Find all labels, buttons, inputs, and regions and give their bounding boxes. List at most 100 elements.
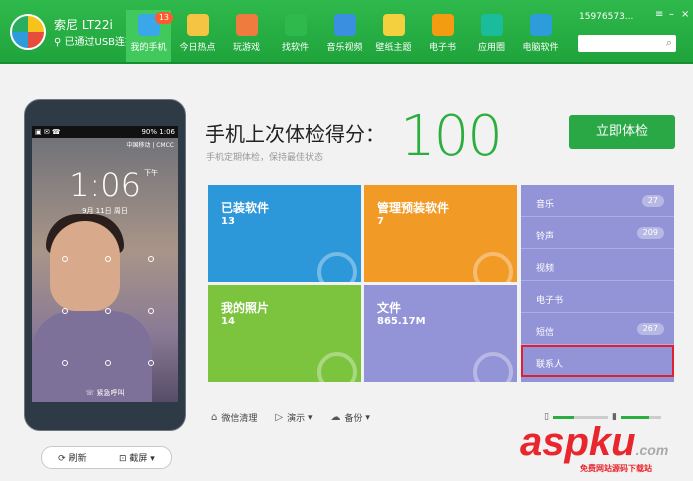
backup-button[interactable]: ☁ 备份 ▾ xyxy=(330,411,369,424)
apps-grid-icon xyxy=(317,252,357,282)
media-list-item[interactable]: 短信 267 xyxy=(521,313,674,345)
update-badge: 13 xyxy=(154,12,173,24)
chevron-down-icon: ▾ xyxy=(150,454,155,464)
media-count-badge: 267 xyxy=(636,323,664,335)
demo-button[interactable]: ▷ 演示 ▾ xyxy=(275,411,312,424)
nav-item-label: 音乐视频 xyxy=(326,43,363,53)
status-time: 1:06 xyxy=(159,128,175,136)
media-list-item[interactable]: 联系人 xyxy=(521,345,674,377)
tile-photos[interactable]: 我的照片 14 xyxy=(208,285,361,382)
nav-item[interactable]: 应用圈 xyxy=(469,10,514,62)
checkup-button[interactable]: 立即体检 xyxy=(569,115,675,149)
nav-item-label: 我的手机 xyxy=(130,43,167,53)
phone-storage-bar xyxy=(552,415,608,419)
wallpaper-face xyxy=(50,221,120,311)
gamepad-icon xyxy=(235,14,258,36)
media-list-label: 联系人 xyxy=(536,360,564,370)
tile-installed-apps[interactable]: 已装软件 13 xyxy=(208,185,361,282)
bottom-toolbar: ⌂ 微信清理 ▷ 演示 ▾ ☁ 备份 ▾ xyxy=(211,411,388,424)
screen-play-icon: ▷ xyxy=(275,412,284,423)
phone-actions: ⟳ 刷新 ⊡ 截屏 ▾ xyxy=(41,446,172,469)
nav-item-label: 壁纸主题 xyxy=(375,43,412,53)
media-count-badge: 27 xyxy=(641,195,664,207)
media-list-item[interactable]: 音乐 27 xyxy=(521,185,674,217)
wechat-clean-button[interactable]: ⌂ 微信清理 xyxy=(211,411,257,424)
phone-preview: ▣ ✉ ☎ 90% 1:06 中国移动 | CMCC 1:06 下午 9月 11… xyxy=(24,99,186,431)
search-input[interactable] xyxy=(578,35,666,52)
tile-title: 我的照片 xyxy=(221,301,270,315)
nav-item-label: 玩游戏 xyxy=(232,43,260,53)
watermark: aspku.com 免费网站源码下载站 xyxy=(520,420,669,473)
nav-item[interactable]: 我的手机 13 xyxy=(126,10,173,62)
circle-icon xyxy=(480,14,503,36)
nav-item[interactable]: 今日热点 xyxy=(175,10,220,62)
pattern-dot xyxy=(148,360,154,366)
nav-item[interactable]: 电脑软件 xyxy=(518,10,563,62)
media-list-label: 铃声 xyxy=(536,232,555,242)
media-list-item[interactable]: 电子书 xyxy=(521,281,674,313)
watermark-brand: aspku xyxy=(520,420,636,464)
refresh-icon: ⟳ xyxy=(58,454,66,464)
grid-icon xyxy=(529,14,552,36)
photo-icon xyxy=(317,352,357,382)
nav-item[interactable]: 壁纸主题 xyxy=(371,10,416,62)
pattern-dot xyxy=(62,308,68,314)
app-logo xyxy=(10,14,46,50)
tile-value: 13 xyxy=(221,216,235,227)
pattern-dot xyxy=(105,256,111,262)
app-header: 索尼 LT22i ⚲ 已通过USB连接 我的手机 13 今日热点 玩游戏 找软件 音乐视频… xyxy=(0,0,693,64)
media-list: 音乐 27 铃声 209 视频 电子书短信 267 联系人 xyxy=(521,185,674,382)
sd-storage-fill xyxy=(620,415,649,419)
media-list-label: 短信 xyxy=(536,328,555,338)
nav-item-label: 应用圈 xyxy=(477,43,505,53)
media-list-item[interactable]: 铃声 209 xyxy=(521,217,674,249)
carrier-label: 中国移动 | CMCC xyxy=(126,142,174,149)
emergency-call: ☏ 紧急呼叫 xyxy=(32,388,178,398)
refresh-button[interactable]: ⟳ 刷新 xyxy=(58,451,86,464)
tile-preinstalled-apps[interactable]: 管理预装软件 7 xyxy=(364,185,517,282)
media-list-item[interactable]: 视频 xyxy=(521,249,674,281)
tile-files[interactable]: 文件 865.17M xyxy=(364,285,517,382)
search-icon[interactable]: ⌕ xyxy=(666,36,672,50)
demo-label: 演示 xyxy=(287,414,306,424)
phone-screen: ▣ ✉ ☎ 90% 1:06 中国移动 | CMCC 1:06 下午 9月 11… xyxy=(32,126,178,402)
star-icon xyxy=(186,14,209,36)
nav-item-label: 电子书 xyxy=(428,43,456,53)
pattern-dot xyxy=(105,308,111,314)
watermark-suffix: .com xyxy=(635,442,669,458)
battery-level: 90% xyxy=(141,128,158,136)
pattern-dot xyxy=(62,360,68,366)
chevron-down-icon: ▾ xyxy=(362,412,370,423)
usb-icon: ⚲ xyxy=(54,37,62,48)
nav-item-label: 今日热点 xyxy=(179,43,216,53)
crop-icon: ⊡ xyxy=(118,454,127,464)
phone-status-right: 90% 1:06 xyxy=(141,128,175,136)
tile-title: 已装软件 xyxy=(221,201,270,215)
media-count-badge: 209 xyxy=(636,227,664,239)
nav-item[interactable]: 音乐视频 xyxy=(322,10,367,62)
nav-item[interactable]: 电子书 xyxy=(420,10,465,62)
wrench-icon xyxy=(473,252,513,282)
nav-item[interactable]: 玩游戏 xyxy=(224,10,269,62)
chevron-down-icon: ▾ xyxy=(305,412,313,423)
close-icon[interactable]: × xyxy=(681,9,689,20)
menu-icon[interactable]: ≡ xyxy=(655,9,663,20)
nav-item[interactable]: 找软件 xyxy=(273,10,318,62)
tile-value: 7 xyxy=(377,216,384,227)
sd-storage-bar xyxy=(620,415,661,419)
tile-value: 14 xyxy=(221,316,235,327)
device-status-text: 已通过USB连接 xyxy=(64,37,136,48)
minimize-icon[interactable]: – xyxy=(669,9,674,20)
screenshot-button[interactable]: ⊡ 截屏 ▾ xyxy=(119,451,155,464)
refresh-label: 刷新 xyxy=(68,454,87,464)
pattern-dot xyxy=(148,308,154,314)
tile-title: 文件 xyxy=(377,301,402,315)
score-title: 手机上次体检得分： xyxy=(205,122,385,146)
lock-date: 9月 11日 周日 xyxy=(82,207,128,215)
pattern-dot xyxy=(62,256,68,262)
device-status: ⚲ 已通过USB连接 xyxy=(54,33,135,48)
phone-storage-fill xyxy=(552,415,574,419)
tile-title: 管理预装软件 xyxy=(377,201,450,215)
account-name[interactable]: 15976573... xyxy=(579,12,633,22)
emergency-phone-icon: ☏ xyxy=(85,389,95,397)
